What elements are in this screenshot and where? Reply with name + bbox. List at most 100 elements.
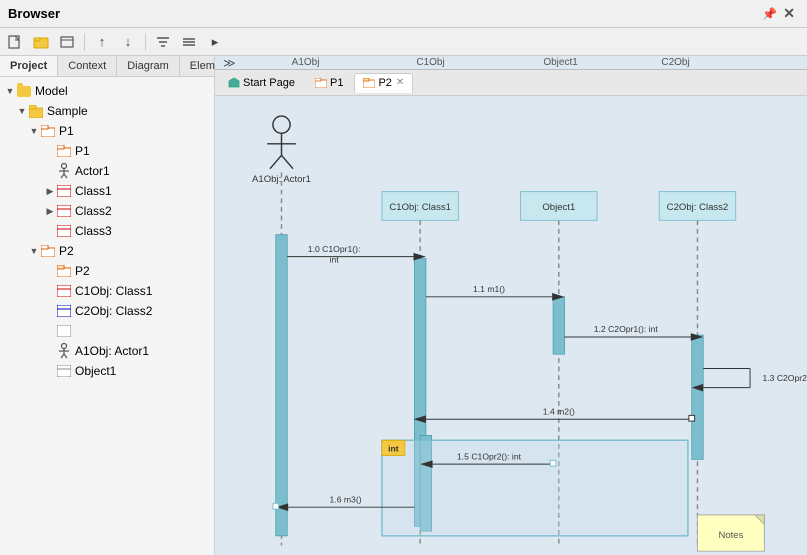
tree-label-c2obj: C2Obj: Class2 — [75, 304, 152, 318]
tree-label-sample: Sample — [47, 104, 88, 118]
svg-text:1.6 m3(): 1.6 m3() — [330, 494, 362, 504]
obj1-header: Object1 — [496, 57, 626, 68]
start-page-label: Start Page — [243, 77, 295, 89]
open-button[interactable] — [30, 31, 52, 53]
package-icon — [28, 103, 44, 119]
diagram-button[interactable] — [56, 31, 78, 53]
p1-tab-label: P1 — [330, 77, 343, 89]
down-button[interactable]: ↓ — [117, 31, 139, 53]
object1-icon — [56, 363, 72, 379]
expand-model[interactable]: ▼ — [4, 85, 16, 97]
expand-sample[interactable]: ▼ — [16, 105, 28, 117]
tree-item-actor1[interactable]: Actor1 — [0, 161, 214, 181]
svg-text:1.0 C1Opr1():: 1.0 C1Opr1(): — [308, 244, 361, 254]
tab-diagram[interactable]: Diagram — [117, 56, 180, 76]
tab-p1[interactable]: P1 — [306, 73, 352, 93]
svg-text:1.4 m2(): 1.4 m2() — [543, 406, 575, 416]
tree-item-a1obj[interactable]: A1Obj: Actor1 — [0, 341, 214, 361]
tree-label-actor1: Actor1 — [75, 164, 110, 178]
tree-label-object1: Object1 — [75, 364, 116, 378]
fragment-icon — [56, 323, 72, 339]
tree-item-sample[interactable]: ▼ Sample — [0, 101, 214, 121]
tree-item-model[interactable]: ▼ Model — [0, 81, 214, 101]
left-panel: Project Context Diagram Element ▼ Model … — [0, 56, 215, 555]
c1obj-icon — [56, 283, 72, 299]
tab-project[interactable]: Project — [0, 56, 58, 76]
class3-icon — [56, 223, 72, 239]
tree-item-p1-child[interactable]: P1 — [0, 141, 214, 161]
a1obj-icon — [56, 343, 72, 359]
c1obj-box-label: C1Obj: Class1 — [389, 202, 451, 213]
tree-item-c2obj[interactable]: C2Obj: Class2 — [0, 301, 214, 321]
expand-p1[interactable]: ▼ — [28, 125, 40, 137]
tree-label-p2-child: P2 — [75, 264, 90, 278]
tree-item-fragment[interactable] — [0, 321, 214, 341]
sep2 — [145, 33, 146, 51]
expand-button[interactable]: ▸ — [204, 31, 226, 53]
seq-p1-icon — [40, 123, 56, 139]
c1obj-header: C1Obj — [366, 57, 496, 68]
a1obj-header: A1Obj — [246, 57, 366, 68]
app-title: Browser — [8, 6, 60, 21]
expand-class2[interactable]: ▶ — [44, 205, 56, 217]
tree-label-p2: P2 — [59, 244, 74, 258]
sep1 — [84, 33, 85, 51]
svg-text:1.5 C1Opr2(): int: 1.5 C1Opr2(): int — [457, 451, 522, 461]
svg-text:1.3 C2Opr2(): float: 1.3 C2Opr2(): float — [762, 373, 807, 383]
p2-tab-close[interactable]: ✕ — [396, 77, 404, 88]
tree-item-c1obj[interactable]: C1Obj: Class1 — [0, 281, 214, 301]
class1-icon — [56, 183, 72, 199]
sequence-diagram-svg: A1Obj: Actor1 C1Obj: Class1 Object1 C2Ob… — [215, 96, 807, 555]
toolbar: ↑ ↓ ▸ — [0, 28, 807, 56]
tree-item-p1[interactable]: ▼ P1 — [0, 121, 214, 141]
diagram-tabs: Start Page P1 P2 ✕ — [215, 70, 807, 96]
tree-item-p2[interactable]: ▼ P2 — [0, 241, 214, 261]
tree-label-p1-child: P1 — [75, 144, 90, 158]
c2obj-header: C2Obj — [626, 57, 726, 68]
tree-item-p2-child[interactable]: P2 — [0, 261, 214, 281]
diagram-area: ≫ A1Obj C1Obj Object1 C2Obj Start Page P… — [215, 56, 807, 555]
tab-context[interactable]: Context — [58, 56, 117, 76]
tree-item-object1[interactable]: Object1 — [0, 361, 214, 381]
main-layout: Project Context Diagram Element ▼ Model … — [0, 56, 807, 555]
tab-bar: Project Context Diagram Element — [0, 56, 214, 77]
tree-label-p1: P1 — [59, 124, 74, 138]
c2obj-icon — [56, 303, 72, 319]
tab-start-page[interactable]: Start Page — [219, 73, 304, 93]
menu-button[interactable] — [178, 31, 200, 53]
tree: ▼ Model ▼ Sample ▼ P1 — [0, 77, 214, 555]
tab-p2[interactable]: P2 ✕ — [354, 73, 413, 93]
pin-icon[interactable]: 📌 — [762, 7, 777, 21]
tree-label-a1obj: A1Obj: Actor1 — [75, 344, 149, 358]
tree-label-class2: Class2 — [75, 204, 112, 218]
tree-label-c1obj: C1Obj: Class1 — [75, 284, 152, 298]
tree-item-class3[interactable]: Class3 — [0, 221, 214, 241]
obj1-box-label: Object1 — [542, 202, 575, 213]
folder-icon — [16, 83, 32, 99]
tree-item-class2[interactable]: ▶ Class2 — [0, 201, 214, 221]
tree-label-class1: Class1 — [75, 184, 112, 198]
p2-tab-label: P2 — [378, 77, 391, 89]
svg-text:1.1 m1(): 1.1 m1() — [473, 284, 505, 294]
new-button[interactable] — [4, 31, 26, 53]
title-bar: Browser 📌 ✕ — [0, 0, 807, 28]
seq-p1-child-icon — [56, 143, 72, 159]
canvas[interactable]: A1Obj: Actor1 C1Obj: Class1 Object1 C2Ob… — [215, 96, 807, 555]
tree-label-model: Model — [35, 84, 68, 98]
filter-button[interactable] — [152, 31, 174, 53]
a1obj-label: A1Obj: Actor1 — [252, 174, 311, 185]
tree-item-class1[interactable]: ▶ Class1 — [0, 181, 214, 201]
svg-text:int: int — [330, 254, 340, 264]
c2obj-box-label: C2Obj: Class2 — [667, 202, 729, 213]
expand-icon[interactable]: ≫ — [223, 56, 236, 70]
expand-class1[interactable]: ▶ — [44, 185, 56, 197]
expand-p2[interactable]: ▼ — [28, 245, 40, 257]
svg-text:int: int — [388, 444, 399, 454]
p2-seq-icon — [56, 263, 72, 279]
seq-p2-icon — [40, 243, 56, 259]
svg-text:1.2 C2Opr1(): int: 1.2 C2Opr1(): int — [594, 324, 659, 334]
close-icon[interactable]: ✕ — [783, 5, 795, 22]
actor1-icon — [56, 163, 72, 179]
up-button[interactable]: ↑ — [91, 31, 113, 53]
notes-label: Notes — [718, 530, 743, 541]
